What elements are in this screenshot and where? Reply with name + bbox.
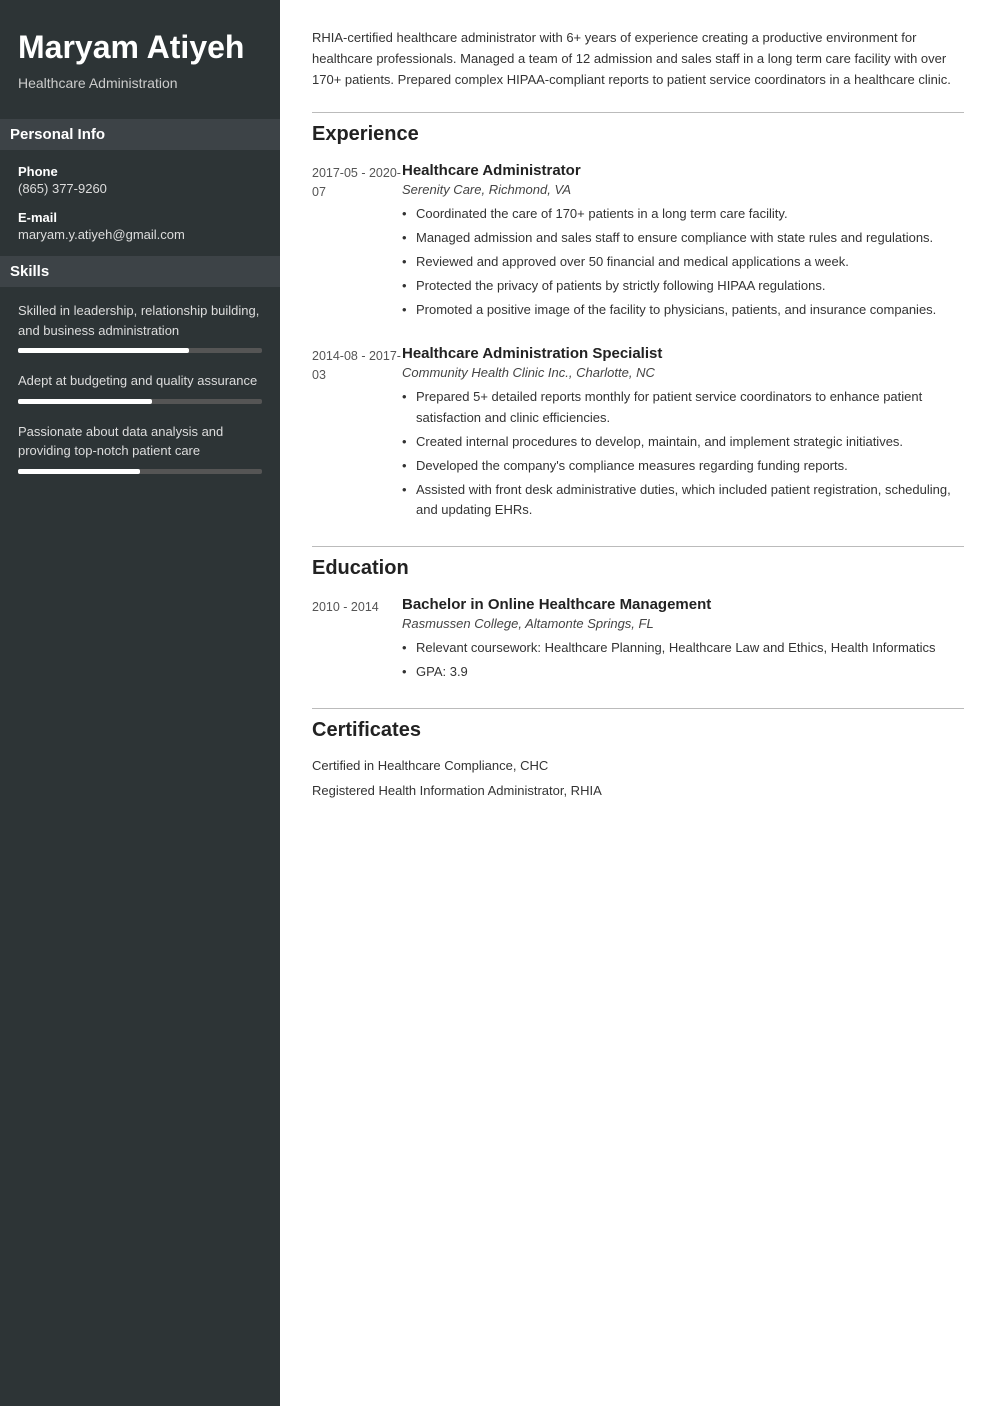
- phone-value: (865) 377-9260: [18, 181, 262, 196]
- exp-bullet-0-4: Promoted a positive image of the facilit…: [402, 300, 964, 321]
- certificates-title: Certificates: [312, 719, 964, 742]
- exp-content-1: Healthcare Administration Specialist Com…: [402, 345, 964, 524]
- skill-text-0: Skilled in leadership, relationship buil…: [18, 301, 262, 340]
- edu-bullet-0-1: GPA: 3.9: [402, 662, 964, 683]
- main-content: RHIA-certified healthcare administrator …: [280, 0, 996, 1406]
- exp-bullet-0-3: Protected the privacy of patients by str…: [402, 276, 964, 297]
- edu-bullet-0-0: Relevant coursework: Healthcare Planning…: [402, 638, 964, 659]
- certificate-item-0: Certified in Healthcare Compliance, CHC: [312, 758, 964, 773]
- exp-bullet-1-2: Developed the company's compliance measu…: [402, 456, 964, 477]
- candidate-title: Healthcare Administration: [18, 75, 262, 91]
- exp-bullets-0: Coordinated the care of 170+ patients in…: [402, 204, 964, 320]
- exp-job-title-0: Healthcare Administrator: [402, 162, 964, 179]
- experience-title: Experience: [312, 123, 964, 146]
- education-title: Education: [312, 557, 964, 580]
- exp-bullet-0-0: Coordinated the care of 170+ patients in…: [402, 204, 964, 225]
- email-label: E-mail: [18, 210, 262, 225]
- exp-bullet-1-1: Created internal procedures to develop, …: [402, 432, 964, 453]
- skill-item-2: Passionate about data analysis and provi…: [18, 422, 262, 474]
- skill-item-1: Adept at budgeting and quality assurance: [18, 371, 262, 404]
- exp-dates-0: 2017-05 - 2020-07: [312, 162, 402, 323]
- education-divider: [312, 546, 964, 547]
- experience-entry-1: 2014-08 - 2017-03 Healthcare Administrat…: [312, 345, 964, 524]
- edu-degree-0: Bachelor in Online Healthcare Management: [402, 596, 964, 613]
- exp-dates-1: 2014-08 - 2017-03: [312, 345, 402, 524]
- edu-dates-0: 2010 - 2014: [312, 596, 402, 686]
- personal-info-header: Personal Info: [0, 119, 280, 150]
- certificates-list: Certified in Healthcare Compliance, CHC R…: [312, 758, 964, 798]
- certificates-divider: [312, 708, 964, 709]
- skill-text-1: Adept at budgeting and quality assurance: [18, 371, 262, 391]
- skill-text-2: Passionate about data analysis and provi…: [18, 422, 262, 461]
- edu-bullets-0: Relevant coursework: Healthcare Planning…: [402, 638, 964, 683]
- exp-company-1: Community Health Clinic Inc., Charlotte,…: [402, 365, 964, 380]
- exp-bullet-0-2: Reviewed and approved over 50 financial …: [402, 252, 964, 273]
- skill-item-0: Skilled in leadership, relationship buil…: [18, 301, 262, 353]
- experience-entry-0: 2017-05 - 2020-07 Healthcare Administrat…: [312, 162, 964, 323]
- exp-job-title-1: Healthcare Administration Specialist: [402, 345, 964, 362]
- experience-list: 2017-05 - 2020-07 Healthcare Administrat…: [312, 162, 964, 524]
- education-entry-0: 2010 - 2014 Bachelor in Online Healthcar…: [312, 596, 964, 686]
- skills-list: Skilled in leadership, relationship buil…: [18, 301, 262, 474]
- skill-bar-container-0: [18, 348, 262, 353]
- exp-bullet-1-0: Prepared 5+ detailed reports monthly for…: [402, 387, 964, 429]
- sidebar: Maryam Atiyeh Healthcare Administration …: [0, 0, 280, 1406]
- certificate-item-1: Registered Health Information Administra…: [312, 783, 964, 798]
- skill-bar-1: [18, 399, 152, 404]
- edu-content-0: Bachelor in Online Healthcare Management…: [402, 596, 964, 686]
- skill-bar-0: [18, 348, 189, 353]
- education-list: 2010 - 2014 Bachelor in Online Healthcar…: [312, 596, 964, 686]
- skill-bar-container-1: [18, 399, 262, 404]
- exp-content-0: Healthcare Administrator Serenity Care, …: [402, 162, 964, 323]
- email-value: maryam.y.atiyeh@gmail.com: [18, 227, 262, 242]
- exp-bullets-1: Prepared 5+ detailed reports monthly for…: [402, 387, 964, 521]
- skill-bar-container-2: [18, 469, 262, 474]
- exp-bullet-0-1: Managed admission and sales staff to ens…: [402, 228, 964, 249]
- exp-company-0: Serenity Care, Richmond, VA: [402, 182, 964, 197]
- summary-text: RHIA-certified healthcare administrator …: [312, 28, 964, 90]
- experience-divider: [312, 112, 964, 113]
- phone-label: Phone: [18, 164, 262, 179]
- candidate-name: Maryam Atiyeh: [18, 30, 262, 65]
- exp-bullet-1-3: Assisted with front desk administrative …: [402, 480, 964, 522]
- skills-header: Skills: [0, 256, 280, 287]
- edu-school-0: Rasmussen College, Altamonte Springs, FL: [402, 616, 964, 631]
- skill-bar-2: [18, 469, 140, 474]
